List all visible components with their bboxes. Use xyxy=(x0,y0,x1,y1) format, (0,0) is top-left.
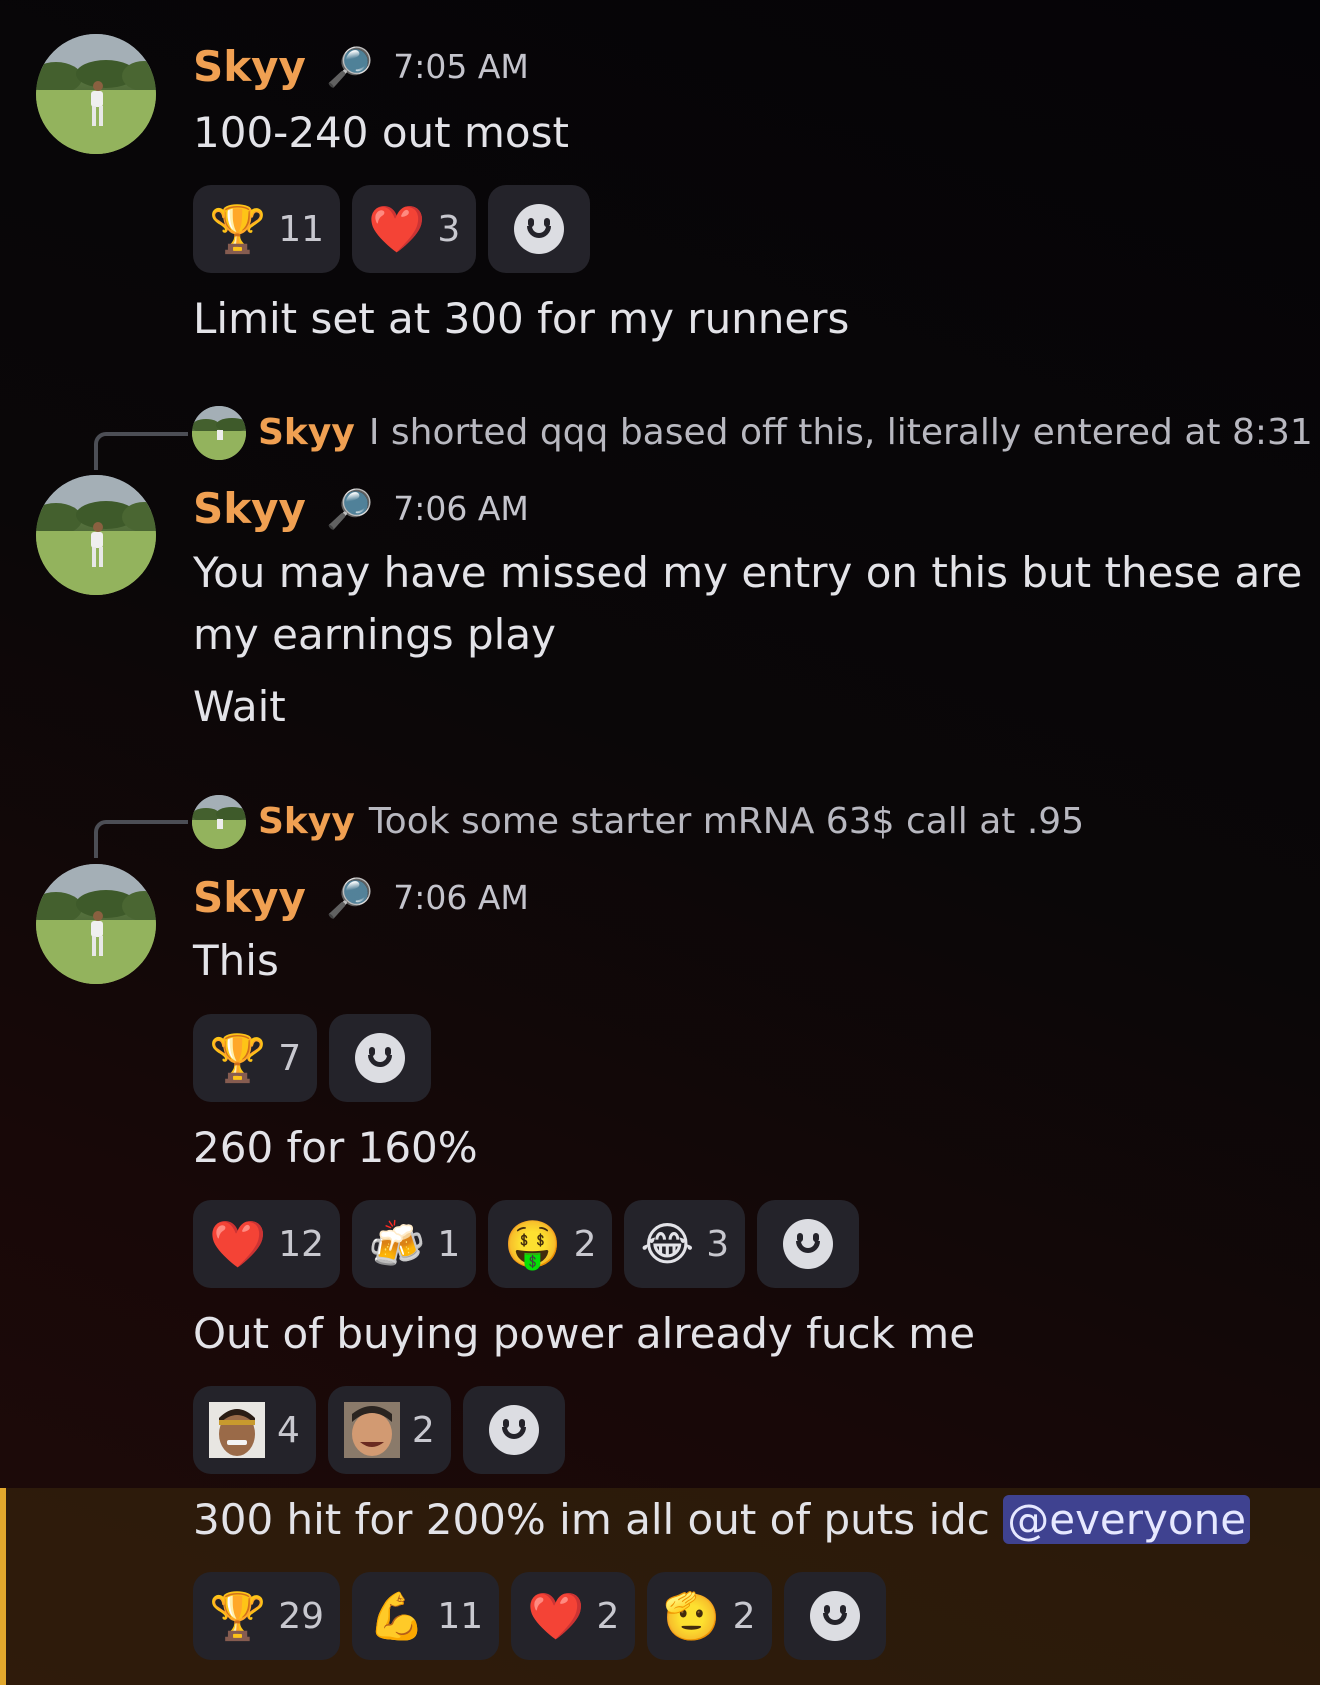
reaction-bar: ❤️ 12 🍻 1 🤑 2 😂 3 xyxy=(193,1200,860,1288)
reaction-bar: 4 2 xyxy=(193,1386,565,1474)
message-text: Out of buying power already fuck me xyxy=(193,1309,976,1358)
reaction-salute[interactable]: 🫡 2 xyxy=(647,1572,772,1660)
custom-face-laughing-icon xyxy=(343,1402,400,1458)
user-avatar[interactable] xyxy=(36,34,156,154)
reaction-muscle[interactable]: 💪 11 xyxy=(352,1572,500,1660)
reaction-heart[interactable]: ❤️ 12 xyxy=(193,1200,341,1288)
timestamp: 7:06 AM xyxy=(393,878,529,917)
reply-username[interactable]: Skyy xyxy=(258,411,355,455)
message-text: Limit set at 300 for my runners xyxy=(193,294,850,343)
magnifier-icon: 🔎 xyxy=(325,45,374,89)
add-reaction-button[interactable] xyxy=(329,1014,432,1102)
reaction-count: 11 xyxy=(278,208,325,250)
add-reaction-button[interactable] xyxy=(488,185,591,273)
reaction-count: 2 xyxy=(573,1223,597,1265)
salute-icon: 🫡 xyxy=(663,1589,721,1643)
reaction-beers[interactable]: 🍻 1 xyxy=(352,1200,477,1288)
heart-icon: ❤️ xyxy=(209,1217,267,1271)
timestamp: 7:05 AM xyxy=(393,47,529,86)
beers-icon: 🍻 xyxy=(368,1217,426,1271)
username[interactable]: Skyy xyxy=(193,484,306,534)
message-text: You may have missed my entry on this but… xyxy=(193,548,1303,597)
trophy-icon: 🏆 xyxy=(209,1031,267,1085)
magnifier-icon: 🔎 xyxy=(325,876,374,920)
joy-icon: 😂 xyxy=(640,1217,695,1271)
reaction-heart[interactable]: ❤️ 3 xyxy=(352,185,477,273)
heart-icon: ❤️ xyxy=(527,1589,585,1643)
reaction-count: 3 xyxy=(437,208,461,250)
reaction-count: 4 xyxy=(277,1409,300,1451)
reaction-trophy[interactable]: 🏆 7 xyxy=(193,1014,318,1102)
trophy-icon: 🏆 xyxy=(209,1589,267,1643)
timestamp: 7:06 AM xyxy=(393,489,529,528)
reaction-count: 12 xyxy=(278,1223,325,1265)
reply-preview[interactable]: Took some starter mRNA 63$ call at .95 xyxy=(369,800,1084,844)
reply-avatar xyxy=(192,795,246,849)
username[interactable]: Skyy xyxy=(193,873,306,923)
custom-face-headband-icon xyxy=(209,1402,265,1458)
user-avatar[interactable] xyxy=(36,475,156,595)
reaction-count: 29 xyxy=(278,1595,325,1637)
reaction-bar: 🏆 11 ❤️ 3 xyxy=(193,185,591,273)
reaction-count: 2 xyxy=(596,1595,620,1637)
reply-preview[interactable]: I shorted qqq based off this, literally … xyxy=(369,411,1313,455)
message-text-content: 300 hit for 200% im all out of puts idc xyxy=(193,1495,990,1544)
reply-avatar xyxy=(192,406,246,460)
reaction-count: 1 xyxy=(437,1223,461,1265)
user-avatar[interactable] xyxy=(36,864,156,984)
add-reaction-button[interactable] xyxy=(757,1200,860,1288)
message-text: 300 hit for 200% im all out of puts idc … xyxy=(193,1489,1251,1551)
reaction-bar: 🏆 7 xyxy=(193,1014,432,1102)
reaction-trophy[interactable]: 🏆 29 xyxy=(193,1572,341,1660)
smiley-icon xyxy=(783,1219,834,1269)
reaction-count: 2 xyxy=(732,1595,756,1637)
reaction-custom-face-laughing[interactable]: 2 xyxy=(327,1386,451,1474)
smiley-icon xyxy=(514,204,565,254)
smiley-icon xyxy=(355,1033,406,1083)
reply-connector xyxy=(94,432,188,470)
message-text: 260 for 160% xyxy=(193,1123,478,1172)
reaction-custom-face-headband[interactable]: 4 xyxy=(193,1386,316,1474)
reaction-count: 3 xyxy=(706,1223,730,1265)
reaction-count: 2 xyxy=(411,1409,435,1451)
reaction-trophy[interactable]: 🏆 11 xyxy=(193,185,341,273)
smiley-icon xyxy=(809,1591,860,1641)
heart-icon: ❤️ xyxy=(368,202,426,256)
reply-username[interactable]: Skyy xyxy=(258,800,355,844)
smiley-icon xyxy=(488,1405,539,1455)
reaction-count: 11 xyxy=(437,1595,484,1637)
username[interactable]: Skyy xyxy=(193,42,306,92)
message-text: This xyxy=(193,936,279,985)
add-reaction-button[interactable] xyxy=(783,1572,886,1660)
money-mouth-icon: 🤑 xyxy=(504,1217,562,1271)
reply-connector xyxy=(94,820,188,858)
muscle-icon: 💪 xyxy=(368,1589,426,1643)
message-text: 100-240 out most xyxy=(193,108,569,157)
message-text: Wait xyxy=(193,682,286,731)
message-text: my earnings play xyxy=(193,610,556,659)
reaction-joy[interactable]: 😂 3 xyxy=(624,1200,746,1288)
reaction-money-mouth[interactable]: 🤑 2 xyxy=(488,1200,613,1288)
trophy-icon: 🏆 xyxy=(209,202,267,256)
magnifier-icon: 🔎 xyxy=(325,487,374,531)
reaction-count: 7 xyxy=(278,1037,302,1079)
everyone-mention[interactable]: @everyone xyxy=(1003,1495,1251,1544)
reaction-bar: 🏆 29 💪 11 ❤️ 2 🫡 2 xyxy=(193,1572,886,1660)
add-reaction-button[interactable] xyxy=(462,1386,565,1474)
reaction-heart[interactable]: ❤️ 2 xyxy=(511,1572,636,1660)
